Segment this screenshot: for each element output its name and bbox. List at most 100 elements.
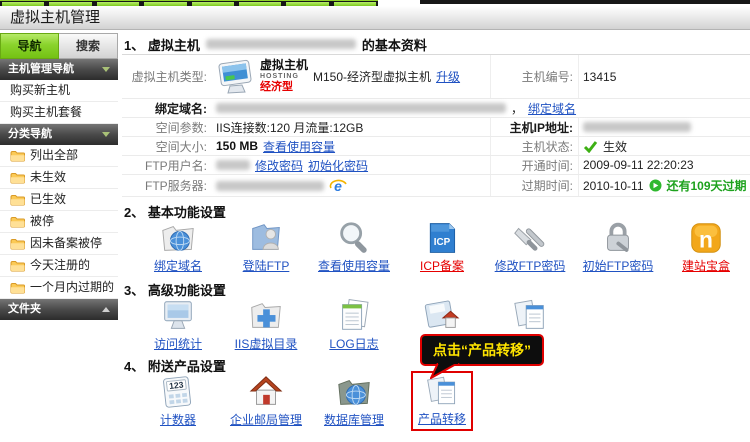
space-size-label: 空间大小: [122, 138, 212, 155]
svg-text:n: n [699, 227, 713, 253]
chevron-down-icon [102, 67, 110, 72]
green-arrow-circle-icon [649, 179, 662, 192]
space-size-value: 150 MB [216, 139, 258, 153]
redacted-ftp-user [216, 160, 250, 170]
redacted-host-name [206, 39, 356, 49]
ftp-user-label: FTP用户名: [122, 157, 212, 174]
magnifier-icon [310, 217, 398, 257]
internet-explorer-icon[interactable]: e [329, 178, 347, 194]
feature-product-transfer[interactable]: 产品转移 [398, 371, 486, 431]
group-header-category-nav[interactable]: 分类导航 [0, 124, 118, 145]
tools-icon [486, 217, 574, 257]
host-type-badge: 虚拟主机 HOSTING 经济型 [216, 58, 308, 96]
redacted-host-ip [583, 122, 691, 132]
space-params-label: 空间参数: [122, 119, 212, 136]
tab-search[interactable]: 搜索 [59, 33, 118, 59]
upgrade-link[interactable]: 升级 [436, 68, 460, 85]
section1-title: 1、 虚拟主机 的基本资料 [122, 34, 750, 55]
hosting-monitor-icon [216, 58, 258, 96]
callout-tail [430, 363, 460, 379]
domain-label: 绑定域名: [122, 100, 212, 117]
status-label: 主机状态: [490, 137, 578, 155]
sidebar-item-registered-today[interactable]: 今天注册的 [0, 255, 118, 277]
status-value: 生效 [603, 138, 627, 155]
copy-pages-icon [418, 374, 466, 410]
feature-database-manage[interactable]: 数据库管理 [310, 371, 398, 428]
folder-icon [10, 172, 25, 184]
expire-date-value: 2010-10-11 [583, 179, 644, 193]
icp-document-icon: ICP [398, 217, 486, 257]
host-ip-label: 主机IP地址: [490, 118, 578, 136]
feature-login-ftp[interactable]: 登陆FTP [222, 217, 310, 275]
page-title: 虚拟主机管理 [0, 6, 750, 30]
section2-title: 2、 基本功能设置 [122, 197, 750, 217]
folder-icon [10, 216, 25, 228]
folder-icon [10, 260, 25, 272]
host-type-value: M150-经济型虚拟主机 [313, 68, 431, 85]
feature-icp-record[interactable]: ICP ICP备案 [398, 217, 486, 275]
top-strip [0, 0, 750, 6]
feature-visit-stats[interactable]: 访问统计 [134, 295, 222, 351]
dark-folder-globe-icon [310, 371, 398, 411]
view-usage-link[interactable]: 查看使用容量 [263, 138, 335, 155]
sidebar-item-buy-new-host[interactable]: 购买新主机 [0, 80, 118, 102]
lock-icon [574, 217, 662, 257]
sidebar-item-buy-host-plan[interactable]: 购买主机套餐 [0, 102, 118, 124]
main-content: 1、 虚拟主机 的基本资料 虚拟主机类型: [118, 30, 750, 441]
sidebar-item-not-active[interactable]: 未生效 [0, 167, 118, 189]
redacted-ftp-server [216, 181, 324, 191]
sidebar-item-suspended-no-icp[interactable]: 因未备案被停 [0, 233, 118, 255]
feature-bind-domain[interactable]: 绑定域名 [134, 217, 222, 275]
copy-pages-icon [486, 295, 574, 335]
section3-title: 3、 高级功能设置 [122, 275, 750, 295]
svg-text:123: 123 [169, 379, 184, 390]
chevron-down-icon [102, 132, 110, 137]
sidebar-item-active[interactable]: 已生效 [0, 189, 118, 211]
redacted-domain-list [216, 103, 506, 113]
space-params-value: IIS连接数:120 月流量:12GB [212, 119, 490, 136]
feature-enterprise-mail[interactable]: 企业邮局管理 [222, 371, 310, 428]
change-password-link[interactable]: 修改密码 [255, 157, 303, 174]
group-header-folders[interactable]: 文件夹 [0, 299, 118, 320]
folder-icon [10, 150, 25, 162]
group-header-host-management[interactable]: 主机管理导航 [0, 59, 118, 80]
svg-text:ICP: ICP [434, 237, 451, 248]
feature-counter[interactable]: 123 计数器 [134, 371, 222, 428]
folder-plus-icon [222, 295, 310, 335]
folder-icon [10, 194, 25, 206]
folder-icon [10, 238, 25, 250]
ftp-folder-person-icon [222, 217, 310, 257]
feature-sitebuilder-box[interactable]: n 建站宝盒 [662, 217, 750, 275]
bind-domain-link[interactable]: 绑定域名 [528, 100, 576, 117]
highlight-red-box: 产品转移 [411, 371, 473, 431]
monitor-icon [134, 295, 222, 335]
sidebar-item-suspended[interactable]: 被停 [0, 211, 118, 233]
callout-tooltip: 点击“产品转移” [420, 334, 544, 366]
open-time-value: 2009-09-11 22:20:23 [578, 156, 750, 174]
sidebar-item-expiring-in-month[interactable]: 一个月内过期的 [0, 277, 118, 299]
open-time-label: 开通时间: [490, 156, 578, 174]
feature-init-ftp-password[interactable]: 初始FTP密码 [574, 217, 662, 275]
house-icon [222, 371, 310, 411]
check-icon [583, 140, 598, 153]
feature-change-ftp-password[interactable]: 修改FTP密码 [486, 217, 574, 275]
sidebar-item-list-all[interactable]: 列出全部 [0, 145, 118, 167]
ftp-server-label: FTP服务器: [122, 177, 212, 194]
host-id-value: 13415 [578, 55, 750, 98]
chevron-up-icon [102, 307, 110, 312]
tab-navigation[interactable]: 导航 [0, 33, 59, 59]
host-type-label: 虚拟主机类型: [122, 68, 212, 85]
init-password-link[interactable]: 初始化密码 [308, 157, 368, 174]
disk-home-icon [398, 295, 486, 335]
top-strip-black-bar [420, 0, 750, 4]
sidebar: 导航 搜索 主机管理导航 购买新主机 购买主机套餐 分类导航 列出全部 [0, 30, 118, 441]
feature-view-usage[interactable]: 查看使用容量 [310, 217, 398, 275]
folder-globe-icon [134, 217, 222, 257]
log-pages-icon [310, 295, 398, 335]
expire-note: 还有109天过期 [667, 177, 747, 194]
feature-iis-virtual-dir[interactable]: IIS虚拟目录 [222, 295, 310, 351]
calculator-icon: 123 [134, 371, 222, 411]
folder-icon [10, 282, 25, 294]
feature-log[interactable]: LOG日志 [310, 295, 398, 351]
expire-time-label: 过期时间: [490, 175, 578, 196]
